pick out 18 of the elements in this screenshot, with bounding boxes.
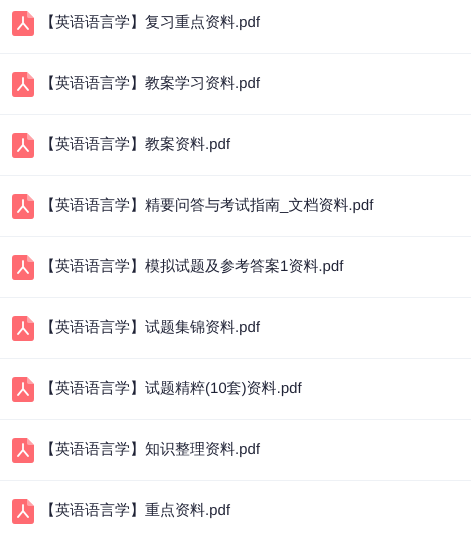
pdf-file-icon xyxy=(12,498,34,524)
file-name[interactable]: 【英语语言学】重点资料.pdf xyxy=(40,500,230,522)
pdf-file-icon xyxy=(12,72,34,96)
file-name[interactable]: 【英语语言学】知识整理资料.pdf xyxy=(40,438,260,462)
pdf-file-icon xyxy=(12,438,34,462)
file-name[interactable]: 【英语语言学】试题精粹(10套)资料.pdf xyxy=(40,378,302,400)
pdf-file-icon xyxy=(12,10,34,36)
pdf-file-icon xyxy=(12,254,34,280)
pdf-file-icon xyxy=(12,132,34,158)
pdf-file-icon xyxy=(12,376,34,402)
file-name[interactable]: 【英语语言学】模拟试题及参考答案1资料.pdf xyxy=(40,256,344,278)
pdf-file-icon xyxy=(12,194,34,218)
pdf-file-icon xyxy=(12,316,34,340)
file-name[interactable]: 【英语语言学】试题集锦资料.pdf xyxy=(40,316,260,340)
file-name[interactable]: 【英语语言学】复习重点资料.pdf xyxy=(40,12,260,34)
file-name[interactable]: 【英语语言学】精要问答与考试指南_文档资料.pdf xyxy=(40,194,374,218)
file-name[interactable]: 【英语语言学】教案资料.pdf xyxy=(40,134,230,156)
file-name[interactable]: 【英语语言学】教案学习资料.pdf xyxy=(40,72,260,96)
